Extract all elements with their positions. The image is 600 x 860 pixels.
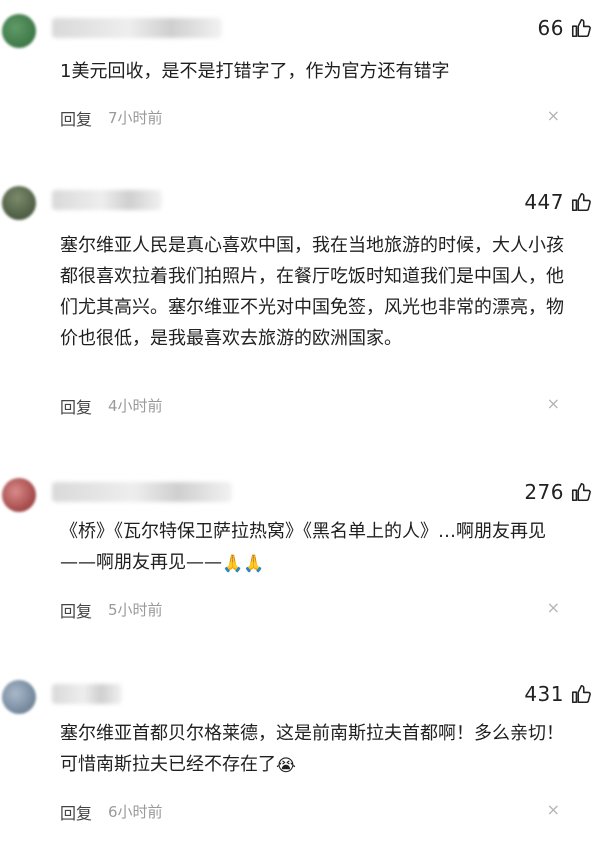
comment-item: 431 塞尔维亚首都贝尔格莱德，这是前南斯拉夫首都啊！多么亲切！可惜南斯拉夫已经… [0, 672, 600, 860]
like-count: 447 [524, 190, 564, 214]
crying-emoji: 😭 [276, 756, 296, 776]
timestamp: 4小时前 [108, 397, 163, 415]
like-count: 431 [524, 682, 564, 706]
username-blurred[interactable] [52, 482, 232, 502]
avatar[interactable] [2, 14, 36, 48]
timestamp: 7小时前 [108, 109, 163, 127]
reply-button[interactable]: 回复 [60, 106, 92, 130]
comment-text: 塞尔维亚人民是真心喜欢中国，我在当地旅游的时候，大人小孩都很喜欢拉着我们拍照片，… [60, 235, 564, 349]
comment-item: 66 1美元回收，是不是打错字了，作为官方还有错字 回复 7小时前 × [0, 0, 600, 150]
thumbs-up-icon[interactable] [570, 683, 592, 705]
comment-text: 1美元回收，是不是打错字了，作为官方还有错字 [60, 61, 450, 82]
avatar[interactable] [2, 186, 36, 220]
thumbs-up-icon[interactable] [570, 481, 592, 503]
comment-item: 447 塞尔维亚人民是真心喜欢中国，我在当地旅游的时候，大人小孩都很喜欢拉着我们… [0, 172, 600, 442]
thumbs-up-icon[interactable] [570, 17, 592, 39]
timestamp: 5小时前 [108, 601, 163, 619]
avatar[interactable] [2, 680, 36, 714]
thumbs-up-icon[interactable] [570, 191, 592, 213]
close-icon[interactable]: × [547, 394, 560, 413]
username-blurred[interactable] [52, 18, 222, 38]
like-count: 66 [537, 16, 564, 40]
comment-text: 《桥》《瓦尔特保卫萨拉热窝》《黑名单上的人》…啊朋友再见——啊朋友再见——🙏🙏 [60, 516, 570, 580]
timestamp: 6小时前 [108, 803, 163, 821]
pray-emoji: 🙏🙏 [222, 554, 265, 574]
avatar[interactable] [2, 478, 36, 512]
close-icon[interactable]: × [547, 598, 560, 617]
reply-button[interactable]: 回复 [60, 394, 92, 418]
comment-text-body: 塞尔维亚首都贝尔格莱德，这是前南斯拉夫首都啊！多么亲切！可惜南斯拉夫已经不存在了 [60, 723, 564, 775]
reply-button[interactable]: 回复 [60, 598, 92, 622]
username-blurred[interactable] [52, 190, 162, 210]
like-count: 276 [524, 480, 564, 504]
username-blurred[interactable] [52, 684, 122, 704]
comment-text: 塞尔维亚首都贝尔格莱德，这是前南斯拉夫首都啊！多么亲切！可惜南斯拉夫已经不存在了… [60, 718, 570, 782]
close-icon[interactable]: × [547, 106, 560, 125]
comment-text-body: 《桥》《瓦尔特保卫萨拉热窝》《黑名单上的人》…啊朋友再见——啊朋友再见—— [60, 521, 546, 573]
close-icon[interactable]: × [547, 800, 560, 819]
reply-button[interactable]: 回复 [60, 800, 92, 824]
comment-item: 276 《桥》《瓦尔特保卫萨拉热窝》《黑名单上的人》…啊朋友再见——啊朋友再见—… [0, 464, 600, 654]
